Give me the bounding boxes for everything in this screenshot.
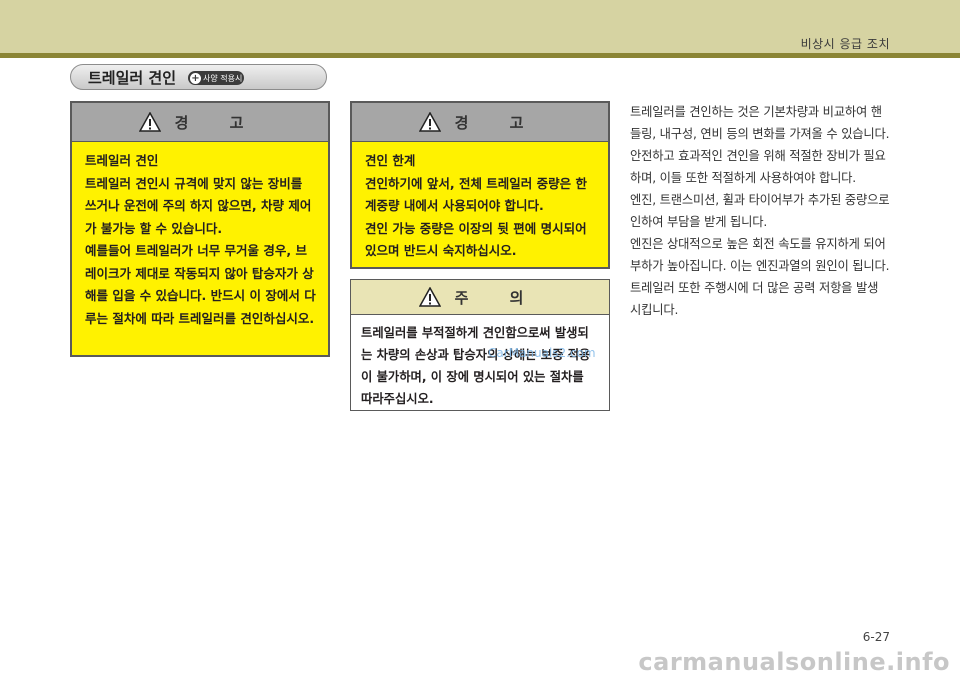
warning-box-limit: 경 고 견인 한계 견인하기에 앞서, 전체 트레일러 중량은 한계중량 내에서… — [350, 101, 610, 269]
warning-heading: 경 고 — [454, 113, 542, 132]
watermark-mid: CarManuals2.com — [488, 346, 596, 360]
body-paragraph: 엔진은 상대적으로 높은 회전 속도를 유지하게 되어 부하가 높아집니다. 이… — [630, 237, 890, 273]
chapter-title: 비상시 응급 조치 — [800, 37, 890, 51]
warning-paragraph: 트레일러 견인시 규격에 맞지 않는 장비를 쓰거나 운전에 주의 하지 않으면… — [85, 175, 312, 236]
warning-subtitle: 견인 한계 — [365, 153, 416, 168]
warning-header: 경 고 — [72, 103, 328, 142]
warning-paragraph: 견인하기에 앞서, 전체 트레일러 중량은 한계중량 내에서 사용되어야 합니다… — [365, 175, 588, 214]
body-text: 트레일러를 견인하는 것은 기본차량과 비교하여 핸들링, 내구성, 연비 등의… — [630, 101, 892, 321]
warning-heading: 경 고 — [174, 113, 262, 132]
warning-paragraph: 견인 가능 중량은 이장의 뒷 편에 명시되어 있으며 반드시 숙지하십시오. — [365, 220, 587, 259]
caution-box: 주 의 트레일러를 부적절하게 견인함으로써 발생되는 차량의 손상과 탑승자의… — [350, 279, 610, 411]
watermark-bottom: carmanualsonline.info — [638, 648, 950, 676]
header-rule — [0, 53, 960, 58]
caution-text: 트레일러를 부적절하게 견인함으로써 발생되는 차량의 손상과 탑승자의 상해는… — [361, 326, 591, 406]
warning-box-towing: 경 고 트레일러 견인 트레일러 견인시 규격에 맞지 않는 장비를 쓰거나 운… — [70, 101, 330, 357]
caution-header: 주 의 — [351, 280, 609, 315]
option-badge: + 사양 적용시 — [188, 71, 244, 85]
warning-triangle-icon — [418, 112, 441, 132]
section-title: 트레일러 견인 — [88, 69, 177, 87]
warning-body: 트레일러 견인 트레일러 견인시 규격에 맞지 않는 장비를 쓰거나 운전에 주… — [72, 142, 328, 340]
warning-header: 경 고 — [352, 103, 608, 142]
body-paragraph: 트레일러를 견인하는 것은 기본차량과 비교하여 핸들링, 내구성, 연비 등의… — [630, 105, 890, 185]
warning-subtitle: 트레일러 견인 — [85, 153, 159, 168]
body-paragraph: 엔진, 트랜스미션, 휠과 타이어부가 추가된 중량으로 인하여 부담을 받게 … — [630, 193, 890, 229]
warning-paragraph: 예를들어 트레일러가 너무 무거울 경우, 브레이크가 제대로 작동되지 않아 … — [85, 243, 316, 326]
body-paragraph: 트레일러 또한 주행시에 더 많은 공력 저항을 발생 시킵니다. — [630, 281, 879, 317]
page-number: 6-27 — [862, 630, 890, 644]
caution-heading: 주 의 — [454, 288, 542, 307]
option-badge-label: 사양 적용시 — [203, 73, 243, 83]
warning-body: 견인 한계 견인하기에 앞서, 전체 트레일러 중량은 한계중량 내에서 사용되… — [352, 142, 608, 273]
plus-circle-icon: + — [190, 72, 201, 84]
warning-triangle-icon — [418, 287, 441, 307]
warning-triangle-icon — [138, 112, 161, 132]
